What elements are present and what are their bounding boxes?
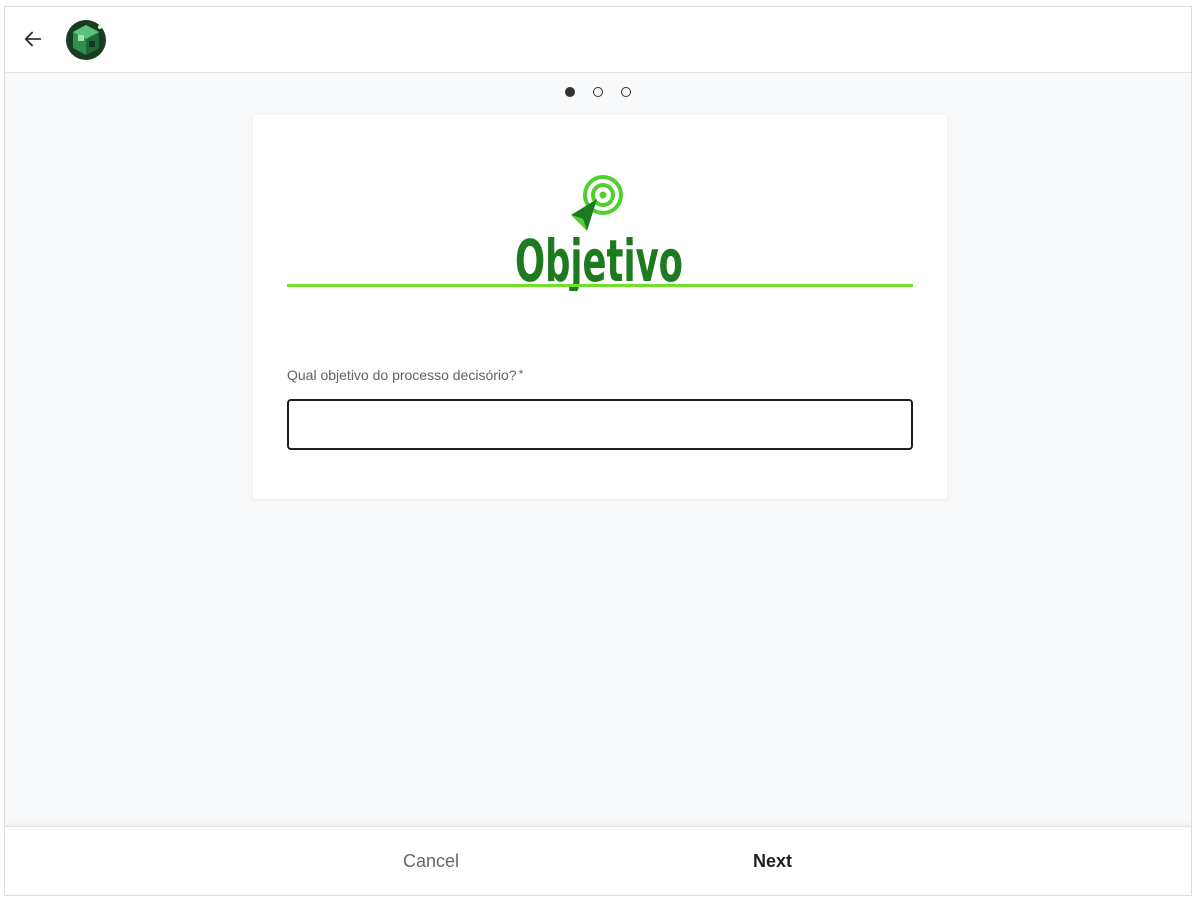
- app-logo: [66, 20, 106, 60]
- objetivo-banner: Objetivo: [287, 175, 913, 291]
- step-dot-3[interactable]: [621, 87, 631, 97]
- step-dot-2[interactable]: [593, 87, 603, 97]
- step-indicator: [5, 87, 1191, 97]
- arrow-left-icon: [24, 31, 42, 47]
- step-dot-1[interactable]: [565, 87, 575, 97]
- banner-title: Objetivo: [515, 227, 683, 291]
- target-arrow-icon: [571, 175, 623, 231]
- cancel-button[interactable]: Cancel: [395, 847, 467, 875]
- field-label-text: Qual objetivo do processo decisório?: [287, 367, 517, 383]
- banner-underline: [287, 284, 913, 287]
- objective-input[interactable]: [287, 399, 913, 450]
- objective-field-label: Qual objetivo do processo decisório? *: [287, 367, 523, 383]
- top-bar: [5, 7, 1191, 73]
- required-mark: *: [518, 367, 524, 381]
- bottom-action-bar: Cancel Next: [5, 826, 1191, 895]
- form-card: Objetivo Qual objetivo do processo decis…: [253, 115, 947, 499]
- app-window: Objetivo Qual objetivo do processo decis…: [4, 6, 1192, 896]
- back-button[interactable]: [19, 25, 47, 53]
- next-button[interactable]: Next: [745, 847, 800, 875]
